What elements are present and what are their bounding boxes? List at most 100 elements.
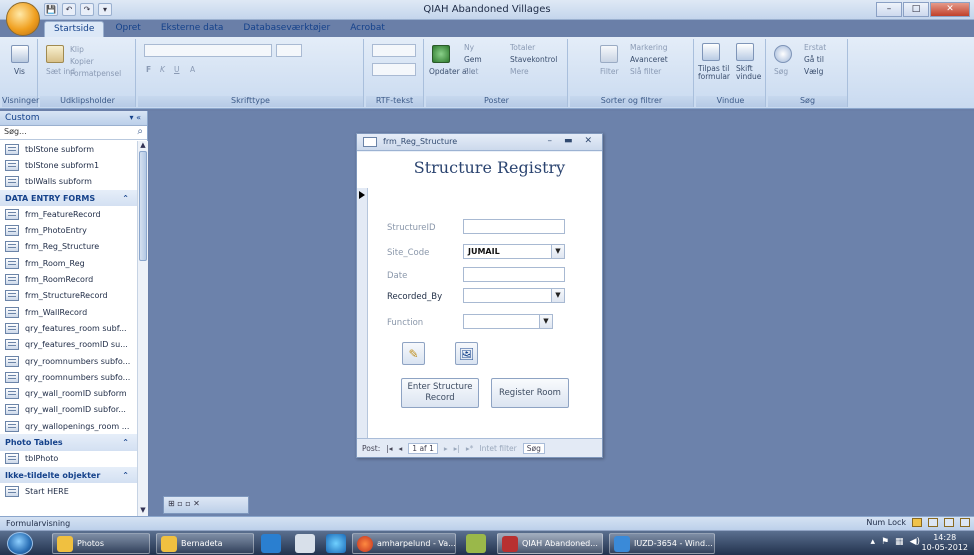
nav-scrollbar[interactable]: ▲ ▼ <box>137 141 148 516</box>
first-record-button[interactable]: |◂ <box>386 444 392 453</box>
goto-button[interactable]: Gå til <box>804 55 824 64</box>
nav-search-input[interactable]: Søg... <box>4 127 27 136</box>
clock[interactable]: 14:28 10-05-2012 <box>922 533 969 553</box>
search-icon[interactable]: ⌕ <box>137 126 143 137</box>
tab-eksterne-data[interactable]: Eksterne data <box>152 21 233 37</box>
volume-icon[interactable]: ◀) <box>910 537 920 547</box>
internet-explorer-icon[interactable] <box>326 534 346 553</box>
record-selector[interactable] <box>357 188 368 456</box>
layout-view-icon[interactable] <box>944 518 954 527</box>
record-position[interactable]: 1 af 1 <box>408 442 438 454</box>
nav-section-header[interactable]: Photo Tables ⌃ <box>0 434 137 451</box>
size-to-fit-button[interactable]: Tilpas til formular <box>698 65 734 81</box>
font-name-box[interactable] <box>144 44 272 57</box>
copy-button[interactable]: Kopier <box>70 57 94 66</box>
switch-window-button[interactable]: Skift vindue <box>736 65 766 81</box>
taskbar-item-windows[interactable]: IUZD-3654 - Wind... <box>609 533 715 554</box>
advanced-button[interactable]: Avanceret <box>630 55 668 64</box>
scroll-down-icon[interactable]: ▼ <box>138 506 148 516</box>
scroll-thumb[interactable] <box>139 151 147 261</box>
nav-item[interactable]: frm_Reg_Structure <box>0 239 137 255</box>
chevron-down-icon[interactable]: ▼ <box>551 289 564 302</box>
date-field[interactable] <box>463 267 565 282</box>
nav-collapse-icon[interactable]: ▾ « <box>130 113 141 122</box>
view-icon[interactable] <box>11 45 29 63</box>
nav-item[interactable]: qry_wallopenings_room ... <box>0 418 137 434</box>
nav-item[interactable]: tblStone subform1 <box>0 157 137 173</box>
flag-icon[interactable]: ⚑ <box>881 537 889 547</box>
filter-status[interactable]: Intet filter <box>479 444 516 453</box>
font-color-button[interactable]: A <box>190 65 195 74</box>
nav-item[interactable]: qry_features_roomID su... <box>0 337 137 353</box>
people-icon[interactable] <box>466 534 486 553</box>
form-view-icon[interactable] <box>912 518 922 527</box>
minimized-window[interactable]: ⊞ ▫ ▫ ✕ <box>163 496 249 514</box>
form-titlebar[interactable]: frm_Reg_Structure – ▬ ✕ <box>357 134 602 151</box>
view-button[interactable]: Vis <box>14 67 25 76</box>
save-record-button[interactable]: Gem <box>464 55 482 64</box>
nav-item[interactable]: tblPhoto <box>0 451 137 467</box>
italic-button[interactable]: K <box>160 65 165 74</box>
structureid-field[interactable] <box>463 219 565 234</box>
form-minimize-button[interactable]: – <box>547 136 552 146</box>
nav-item[interactable]: frm_WallRecord <box>0 304 137 320</box>
edit-button[interactable]: ✎ <box>402 342 425 365</box>
record-search-box[interactable]: Søg <box>522 442 545 454</box>
last-record-button[interactable]: ▸| <box>454 444 460 453</box>
bold-button[interactable]: F <box>146 65 151 74</box>
chevron-down-icon[interactable]: ▼ <box>539 315 552 328</box>
new-record-nav-button[interactable]: ▸* <box>466 444 474 453</box>
photo-button[interactable]: 🖼 <box>455 342 478 365</box>
nav-section-header[interactable]: DATA ENTRY FORMS ⌃ <box>0 189 137 207</box>
nav-item[interactable]: qry_wall_roomID subfor... <box>0 402 137 418</box>
nav-section-header[interactable]: Ikke-tildelte objekter ⌃ <box>0 466 137 484</box>
cut-button[interactable]: Klip <box>70 45 84 54</box>
new-record-button[interactable]: Ny <box>464 43 474 52</box>
paste-icon[interactable] <box>46 45 64 63</box>
tab-database-tools[interactable]: Databaseværktøjer <box>234 21 339 37</box>
function-combo[interactable]: ▼ <box>463 314 553 329</box>
close-button[interactable]: ✕ <box>930 2 970 17</box>
start-button[interactable] <box>7 532 33 555</box>
minimize-button[interactable]: – <box>876 2 902 17</box>
register-room-button[interactable]: Register Room <box>491 378 569 408</box>
enter-structure-record-button[interactable]: Enter Structure Record <box>401 378 479 408</box>
rtf-align-box[interactable] <box>372 63 416 76</box>
form-maximize-button[interactable]: ▬ <box>564 136 573 146</box>
next-record-button[interactable]: ▸ <box>444 444 448 453</box>
filter-icon[interactable] <box>600 45 618 63</box>
nav-header[interactable]: Custom ▾ « <box>0 111 147 126</box>
chevron-up-icon[interactable]: ⌃ <box>122 194 129 203</box>
prev-record-button[interactable]: ◂ <box>399 444 403 453</box>
rtf-list-box[interactable] <box>372 44 416 57</box>
form-close-button[interactable]: ✕ <box>584 136 592 146</box>
replace-button[interactable]: Erstat <box>804 43 826 52</box>
spelling-button[interactable]: Stavekontrol <box>510 55 557 64</box>
nav-item[interactable]: frm_FeatureRecord <box>0 206 137 222</box>
chevron-down-icon[interactable]: ▼ <box>551 245 564 258</box>
nav-item[interactable]: qry_features_room subf... <box>0 320 137 336</box>
office-button[interactable] <box>6 2 40 36</box>
find-button[interactable]: Søg <box>774 67 788 76</box>
nav-item[interactable]: qry_roomnumbers subfo... <box>0 369 137 385</box>
font-size-box[interactable] <box>276 44 302 57</box>
delete-record-button[interactable]: Slet <box>464 67 478 76</box>
tab-startside[interactable]: Startside <box>44 21 105 37</box>
refresh-icon[interactable] <box>432 45 450 63</box>
app-icon[interactable] <box>295 534 315 553</box>
find-icon[interactable] <box>774 45 792 63</box>
select-button[interactable]: Vælg <box>804 67 823 76</box>
chevron-up-icon[interactable]: ⌃ <box>122 438 129 447</box>
switch-window-icon[interactable] <box>736 43 754 61</box>
recorded-by-combo[interactable]: ▼ <box>463 288 565 303</box>
filter-button[interactable]: Filter <box>600 67 619 76</box>
nav-item[interactable]: frm_PhotoEntry <box>0 222 137 238</box>
site-code-combo[interactable]: JUMAIL ▼ <box>463 244 565 259</box>
nav-item[interactable]: frm_StructureRecord <box>0 288 137 304</box>
taskbar-item-photos[interactable]: Photos <box>52 533 150 554</box>
more-button[interactable]: Mere <box>510 67 529 76</box>
datasheet-view-icon[interactable] <box>928 518 938 527</box>
chevron-up-icon[interactable]: ⌃ <box>122 471 129 480</box>
taskbar-item-access[interactable]: QIAH Abandoned... <box>497 533 603 554</box>
scroll-up-icon[interactable]: ▲ <box>138 141 148 151</box>
